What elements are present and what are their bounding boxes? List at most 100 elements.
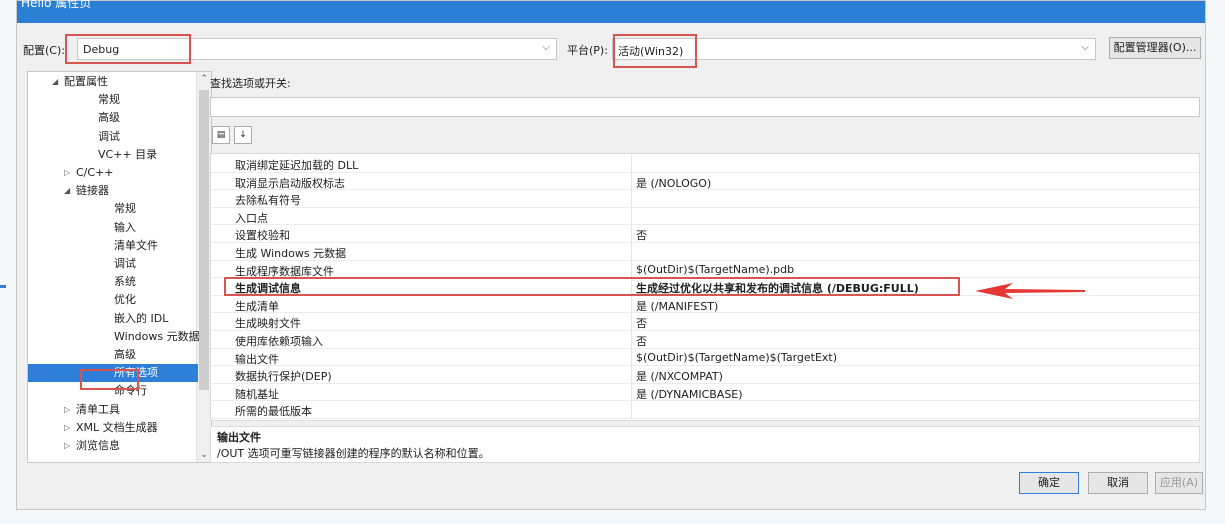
platform-value: 活动(Win32)	[618, 45, 684, 58]
column-divider	[631, 278, 632, 295]
property-row[interactable]: 生成程序数据库文件 $(OutDir)$(TargetName).pdb	[211, 260, 1199, 279]
cancel-button[interactable]: 取消	[1088, 472, 1148, 494]
tree-item[interactable]: ▷ C/C++	[28, 164, 198, 182]
tree-item[interactable]: 优化	[28, 291, 198, 309]
property-row[interactable]: 所需的最低版本	[211, 401, 1199, 419]
tree-item[interactable]: ◢ 链接器	[28, 182, 198, 200]
property-value: $(OutDir)$(TargetName).pdb	[636, 262, 795, 276]
collapse-arrow-icon[interactable]: ◢	[52, 73, 64, 91]
property-name: 设置校验和	[235, 229, 290, 243]
expand-arrow-icon[interactable]: ▷	[64, 401, 76, 419]
tree-item-label: C/C++	[76, 166, 114, 179]
column-divider	[631, 366, 632, 383]
left-edge-marker	[0, 285, 6, 288]
tree-item[interactable]: 所有选项	[28, 364, 198, 383]
property-name: 所需的最低版本	[235, 405, 312, 419]
column-divider	[631, 348, 632, 366]
property-row[interactable]: 生成映射文件 否	[211, 313, 1199, 331]
column-divider	[631, 225, 632, 242]
property-name: 生成映射文件	[235, 317, 301, 331]
column-divider	[631, 190, 632, 207]
search-label: 查找选项或开关:	[210, 77, 291, 90]
tree-item[interactable]: 调试	[28, 255, 198, 273]
tree-item[interactable]: 输入	[28, 219, 198, 237]
tree-item[interactable]: 清单文件	[28, 237, 198, 255]
title-bar: Hello 属性页	[17, 0, 1205, 23]
property-row[interactable]: 输出文件 $(OutDir)$(TargetName)$(TargetExt)	[211, 348, 1199, 367]
property-row[interactable]: 取消显示启动版权标志 是 (/NOLOGO)	[211, 172, 1199, 191]
tree-item[interactable]: VC++ 目录	[28, 146, 198, 164]
categorized-view-icon[interactable]: ▤	[212, 126, 230, 144]
chevron-down-icon: ⌵	[542, 42, 550, 53]
config-row: 配置(C): Debug ⌵ 平台(P): 活动(Win32) ⌵ 配置管理器(…	[17, 34, 1205, 62]
property-row[interactable]: 取消绑定延迟加载的 DLL	[211, 155, 1199, 173]
expand-arrow-icon[interactable]: ▷	[64, 419, 76, 437]
tree-item[interactable]: ▷ 浏览信息	[28, 437, 198, 455]
tree-scrollbar[interactable]: ⌃ ⌄	[196, 72, 211, 462]
property-row[interactable]: 设置校验和 否	[211, 225, 1199, 243]
ok-button[interactable]: 确定	[1019, 472, 1079, 494]
grid-toolbar: ▤ ↓	[210, 123, 1200, 151]
search-input[interactable]	[210, 97, 1200, 117]
column-divider	[631, 155, 632, 172]
property-name: 生成 Windows 元数据	[235, 247, 347, 260]
column-divider	[631, 260, 632, 278]
property-name: 取消显示启动版权标志	[235, 176, 345, 190]
column-divider	[631, 295, 632, 313]
property-name: 去除私有符号	[235, 194, 301, 208]
tree-item-label: 配置属性	[64, 75, 108, 88]
tree-item[interactable]: ◢ 配置属性	[28, 73, 198, 91]
tree-item[interactable]: 高级	[28, 109, 198, 127]
tree-item[interactable]: 嵌入的 IDL	[28, 310, 198, 328]
column-divider	[631, 401, 632, 418]
property-value: $(OutDir)$(TargetName)$(TargetExt)	[636, 350, 838, 364]
scroll-down-icon[interactable]: ⌄	[200, 450, 208, 460]
config-value: Debug	[83, 43, 120, 56]
apply-button[interactable]: 应用(A)	[1155, 472, 1203, 494]
property-row[interactable]: 入口点	[211, 207, 1199, 226]
platform-label: 平台(P):	[567, 44, 608, 57]
sort-az-icon[interactable]: ↓	[234, 126, 252, 144]
property-pages-window: Hello 属性页 配置(C): Debug ⌵ 平台(P): 活动(Win32…	[16, 0, 1206, 510]
platform-dropdown[interactable]: 活动(Win32) ⌵	[612, 38, 1096, 60]
tree-item-label: 优化	[114, 293, 136, 307]
property-name: 数据执行保护(DEP)	[235, 370, 332, 384]
collapse-arrow-icon[interactable]: ◢	[64, 182, 76, 200]
tree-item-label: 输入	[114, 220, 136, 234]
property-row[interactable]: 使用库依赖项输入 否	[211, 331, 1199, 349]
property-row[interactable]: 生成 Windows 元数据	[211, 243, 1199, 261]
tree-item[interactable]: 调试	[28, 128, 198, 146]
tree-item[interactable]: 常规	[28, 200, 198, 218]
property-row[interactable]: 数据执行保护(DEP) 是 (/NXCOMPAT)	[211, 366, 1199, 384]
scroll-up-icon[interactable]: ⌃	[200, 74, 208, 84]
tree-item[interactable]: ▷ 清单工具	[28, 401, 198, 419]
tree-item[interactable]: Windows 元数据	[28, 328, 200, 346]
tree-item[interactable]: 常规	[28, 91, 198, 109]
property-value: 否	[636, 317, 647, 331]
tree-item-label: 高级	[114, 348, 136, 361]
config-manager-button[interactable]: 配置管理器(O)...	[1109, 37, 1201, 59]
tree-item-label: 清单工具	[76, 402, 120, 416]
property-row[interactable]: 去除私有符号	[211, 190, 1199, 208]
property-value: 是 (/MANIFEST)	[636, 299, 719, 313]
config-dropdown[interactable]: Debug ⌵	[77, 38, 557, 60]
tree-item-label: 所有选项	[114, 366, 158, 380]
tree-item[interactable]: ▷ XML 文档生成器	[28, 419, 198, 437]
column-divider	[631, 331, 632, 348]
description-panel: 输出文件 /OUT 选项可重写链接器创建的程序的默认名称和位置。	[210, 426, 1200, 463]
property-row[interactable]: 随机基址 是 (/DYNAMICBASE)	[211, 383, 1199, 402]
property-name: 使用库依赖项输入	[235, 335, 323, 348]
annotation-arrow-icon	[975, 283, 1085, 299]
scrollbar-thumb[interactable]	[199, 90, 209, 390]
expand-arrow-icon[interactable]: ▷	[64, 437, 76, 455]
expand-arrow-icon[interactable]: ▷	[64, 164, 76, 182]
tree-item-label: 常规	[98, 93, 120, 107]
tree-item[interactable]: 命令行	[28, 382, 198, 400]
tree-item[interactable]: 系统	[28, 273, 198, 291]
column-divider	[631, 243, 632, 260]
tree-item[interactable]: 高级	[28, 346, 198, 364]
tree-item-label: 高级	[98, 111, 120, 125]
tree-item-label: 常规	[114, 202, 136, 216]
column-divider	[631, 313, 632, 330]
tree-item-label: 清单文件	[114, 238, 158, 252]
